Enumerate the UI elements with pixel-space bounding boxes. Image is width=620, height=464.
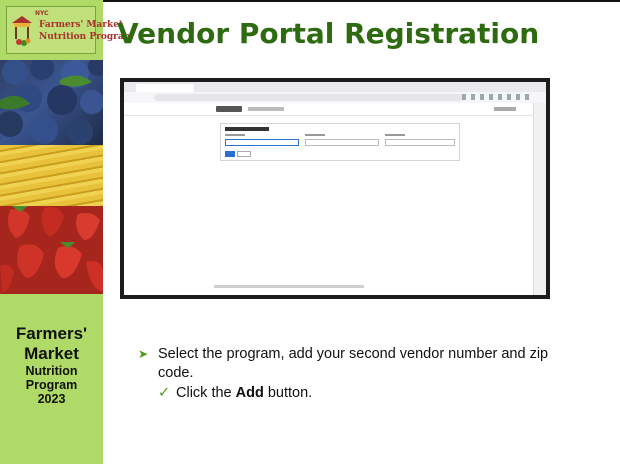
portal-header [124, 103, 534, 116]
logo-mini-text: NYC [35, 10, 49, 17]
caption-line-1: Farmers' [15, 324, 88, 343]
bullet-sub-suffix: button. [263, 385, 313, 401]
logo-line-1: Farmers' Market [39, 20, 124, 30]
zip-code-label [385, 134, 405, 136]
browser-tab [136, 84, 194, 92]
strawberries-photo [0, 206, 103, 294]
url-field [154, 94, 464, 101]
bullet-main-text: Select the program, add your second vend… [158, 346, 549, 381]
sidebar: NYC Farmers' Market Nutrition Program Fa… [0, 0, 133, 464]
browser-window [124, 82, 546, 295]
arrow-bullet-icon: ➤ [138, 347, 149, 361]
program-logo: NYC Farmers' Market Nutrition Program [6, 6, 133, 54]
portal-logo [216, 106, 242, 112]
program-label [225, 134, 245, 136]
sidebar-caption: Farmers' Market Nutrition Program 2023 [0, 324, 103, 406]
instructions: ➤ Select the program, add your second ve… [138, 345, 578, 403]
vendor-number-label [305, 134, 325, 136]
checkmark-icon: ✓ [158, 385, 171, 401]
bullet-main: ➤ Select the program, add your second ve… [138, 345, 578, 383]
bullet-sub-prefix: Click the [176, 385, 236, 401]
portal-breadcrumb [248, 107, 284, 111]
panel-heading [225, 127, 269, 131]
blueberries-photo [0, 60, 103, 145]
browser-side-rail [533, 103, 546, 295]
zip-code-field [385, 139, 455, 146]
slide-title: Vendor Portal Registration [117, 17, 540, 50]
bullet-sub-bold: Add [235, 385, 264, 401]
portal-footer [214, 285, 364, 288]
bullet-sub: ✓ Click the Add button. [138, 384, 578, 403]
vendor-number-field [305, 139, 379, 146]
toolbar-icons [462, 94, 532, 100]
caption-line-5: 2023 [37, 392, 66, 406]
program-select [225, 139, 299, 146]
portal-screenshot [120, 78, 550, 299]
corn-photo [0, 145, 103, 206]
add-button [225, 151, 235, 157]
portal-page [124, 103, 534, 295]
caption-line-3: Nutrition [25, 364, 78, 378]
add-vendor-association-panel [220, 123, 460, 161]
cancel-button [237, 151, 251, 157]
caption-line-2: Market [24, 344, 79, 363]
portal-user-menu [494, 107, 516, 111]
caption-line-4: Program [25, 378, 78, 392]
browser-tab-bar [124, 82, 546, 92]
market-stall-icon [12, 16, 32, 46]
